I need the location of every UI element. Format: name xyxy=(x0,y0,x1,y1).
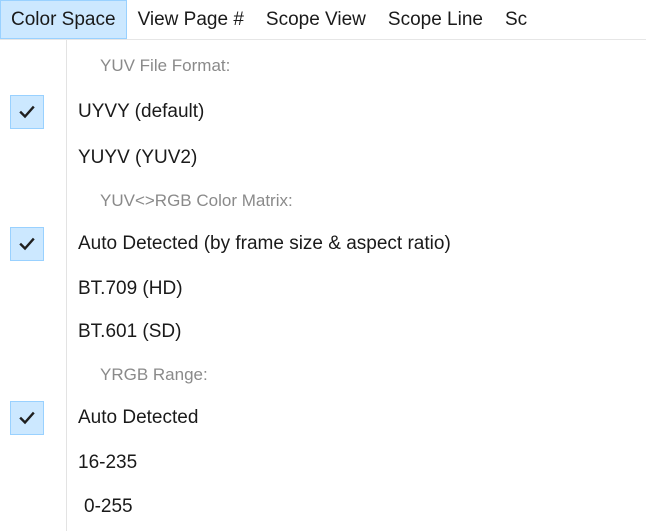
menu-option-auto-range[interactable]: Auto Detected xyxy=(0,397,646,439)
option-label: Auto Detected (by frame size & aspect ra… xyxy=(78,233,451,254)
option-label: 16-235 xyxy=(78,452,138,473)
menu-color-space[interactable]: Color Space xyxy=(0,0,127,39)
option-label: YUYV (YUV2) xyxy=(78,147,198,168)
menu-truncated[interactable]: Sc xyxy=(494,0,538,39)
menu-option-yuyv[interactable]: YUYV (YUV2) xyxy=(0,137,646,179)
yrgb-range-header: YRGB Range: xyxy=(100,365,208,384)
menu-option-16-235[interactable]: 16-235 xyxy=(0,442,646,484)
menu-option-auto-matrix[interactable]: Auto Detected (by frame size & aspect ra… xyxy=(0,223,646,265)
menu-option-bt601[interactable]: BT.601 (SD) xyxy=(0,311,646,353)
color-matrix-header: YUV<>RGB Color Matrix: xyxy=(100,191,293,210)
section-header-yuv-format: YUV File Format: xyxy=(0,45,646,87)
section-header-color-matrix: YUV<>RGB Color Matrix: xyxy=(0,180,646,222)
menu-view-page[interactable]: View Page # xyxy=(127,0,255,39)
option-label: BT.601 (SD) xyxy=(78,321,182,342)
checkmark-icon xyxy=(10,227,44,261)
option-label: Auto Detected xyxy=(78,407,199,428)
yuv-format-header: YUV File Format: xyxy=(100,56,231,75)
option-label: BT.709 (HD) xyxy=(78,278,183,299)
menu-option-uyvy[interactable]: UYVY (default) xyxy=(0,91,646,133)
menu-scope-view[interactable]: Scope View xyxy=(255,0,377,39)
checkmark-icon xyxy=(10,95,44,129)
section-header-yrgb-range: YRGB Range: xyxy=(0,354,646,396)
option-label: UYVY (default) xyxy=(78,101,205,122)
color-space-dropdown: YUV File Format: UYVY (default) YUYV (YU… xyxy=(0,40,646,531)
menu-scope-line[interactable]: Scope Line xyxy=(377,0,494,39)
menu-option-bt709[interactable]: BT.709 (HD) xyxy=(0,268,646,310)
menu-bar: Color Space View Page # Scope View Scope… xyxy=(0,0,646,40)
option-label: 0-255 xyxy=(84,496,133,517)
checkmark-icon xyxy=(10,401,44,435)
menu-option-0-255[interactable]: 0-255 xyxy=(0,486,646,528)
